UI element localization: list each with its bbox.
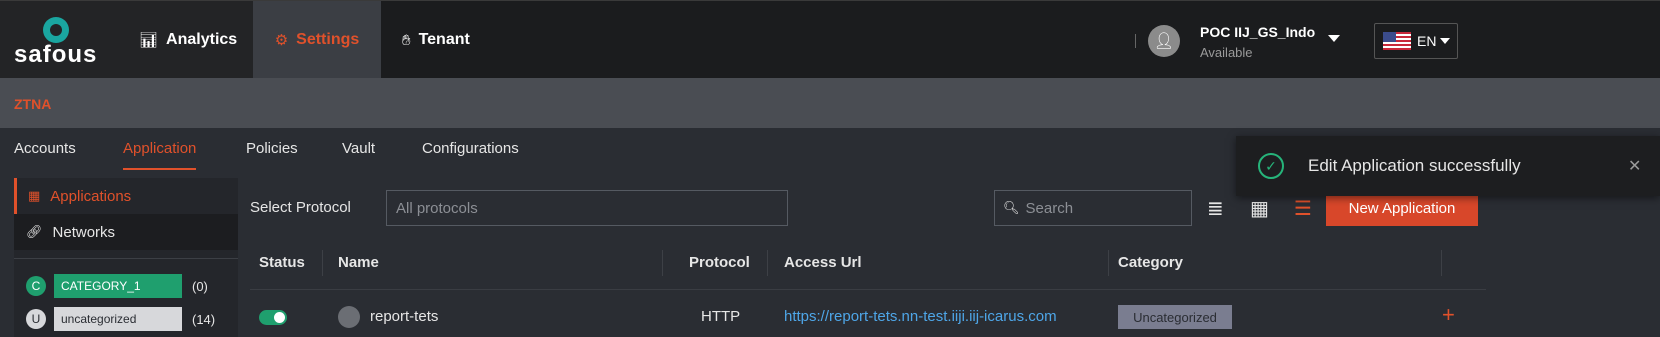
column-header-protocol[interactable]: Protocol (689, 254, 750, 271)
nav-tenant-label: Tenant (418, 31, 470, 48)
column-header-category[interactable]: Category (1118, 254, 1183, 271)
protocol-label: Select Protocol (250, 199, 351, 216)
app-access-url[interactable]: https://report-tets.nn-test.iiji.iij-ica… (784, 308, 1057, 325)
tab-configurations[interactable]: Configurations (422, 140, 519, 170)
user-menu-caret-icon[interactable] (1328, 35, 1340, 42)
app-protocol: HTTP (701, 308, 741, 325)
us-flag-icon (1383, 32, 1411, 50)
grid-icon: ▦ (28, 188, 41, 203)
sidebar-item-networks[interactable]: 🔗︎ Networks (14, 214, 238, 250)
column-divider (662, 250, 663, 276)
tab-application[interactable]: Application (123, 140, 197, 170)
category-count: (14) (192, 311, 216, 327)
user-status: Available (1200, 45, 1253, 60)
column-divider (322, 250, 323, 276)
category-count: (0) (192, 278, 208, 294)
gear-icon: ⚙ (274, 32, 289, 49)
section-bar: ZTNA (0, 78, 1660, 128)
column-header-access-url[interactable]: Access Url (784, 254, 862, 271)
brand-mark-icon (43, 17, 69, 43)
sidebar: ▦ Applications 🔗︎ Networks C CATEGORY_1 … (14, 178, 238, 337)
expand-plus-icon[interactable]: + (1442, 302, 1455, 328)
table-divider (250, 289, 1486, 290)
tab-accounts[interactable]: Accounts (14, 140, 76, 170)
nav-tenant[interactable]: ✋︎ Tenant (402, 1, 470, 79)
close-icon[interactable]: ✕ (1628, 156, 1641, 176)
user-avatar[interactable]: 👤︎ (1148, 25, 1180, 57)
grid-view-icon[interactable]: ▦ (1250, 196, 1269, 221)
tab-vault[interactable]: Vault (342, 140, 375, 170)
tab-policies[interactable]: Policies (246, 140, 298, 170)
column-divider (1441, 250, 1442, 276)
nav-analytics-label: Analytics (166, 31, 238, 48)
search-placeholder: Search (1025, 199, 1074, 217)
category-badge: Uncategorized (1118, 305, 1232, 329)
user-icon: 👤︎ (1153, 33, 1175, 50)
sidebar-item-label: Applications (50, 187, 132, 205)
category-name: CATEGORY_1 (54, 274, 182, 298)
protocol-select[interactable]: All protocols (386, 190, 788, 226)
top-navigation-bar: safous 📊︎ Analytics ⚙ Settings ✋︎ Tenant… (0, 0, 1660, 79)
hand-icon: ✋︎ (402, 31, 411, 49)
search-icon: 🔍︎ (1003, 200, 1020, 215)
category-initial: C (26, 276, 46, 296)
nav-analytics[interactable]: 📊︎ Analytics (139, 1, 237, 79)
category-item[interactable]: U uncategorized (14) (26, 306, 215, 332)
category-name: uncategorized (54, 307, 182, 331)
language-selector[interactable]: EN (1374, 23, 1458, 59)
app-avatar (338, 306, 360, 328)
success-toast: ✓ Edit Application successfully ✕ (1236, 136, 1660, 196)
chevron-down-icon (1440, 38, 1451, 44)
column-header-status[interactable]: Status (259, 254, 305, 271)
category-initial: U (26, 309, 46, 329)
check-circle-icon: ✓ (1258, 153, 1284, 179)
search-input[interactable]: 🔍︎ Search (994, 190, 1192, 226)
column-divider (767, 250, 768, 276)
nav-settings-label: Settings (296, 31, 360, 48)
column-divider (1108, 250, 1109, 276)
divider (14, 258, 238, 259)
language-label: EN (1417, 33, 1437, 49)
brand-name: safous (14, 41, 98, 68)
column-header-name[interactable]: Name (338, 254, 379, 271)
bar-chart-icon: 📊︎ (139, 32, 159, 49)
toast-message: Edit Application successfully (1308, 156, 1521, 175)
link-icon: 🔗︎ (26, 224, 43, 239)
filter-icon[interactable]: ≣ (1207, 196, 1224, 221)
divider (1135, 34, 1136, 48)
sidebar-item-applications[interactable]: ▦ Applications (14, 178, 238, 214)
user-name[interactable]: POC IIJ_GS_Indo (1200, 24, 1315, 40)
section-title: ZTNA (14, 96, 52, 112)
app-name[interactable]: report-tets (370, 308, 438, 325)
nav-settings[interactable]: ⚙ Settings (253, 1, 381, 79)
status-toggle[interactable] (259, 310, 287, 325)
category-item[interactable]: C CATEGORY_1 (0) (26, 273, 208, 299)
list-view-icon[interactable]: ☰ (1294, 196, 1312, 221)
sidebar-item-label: Networks (52, 223, 116, 241)
